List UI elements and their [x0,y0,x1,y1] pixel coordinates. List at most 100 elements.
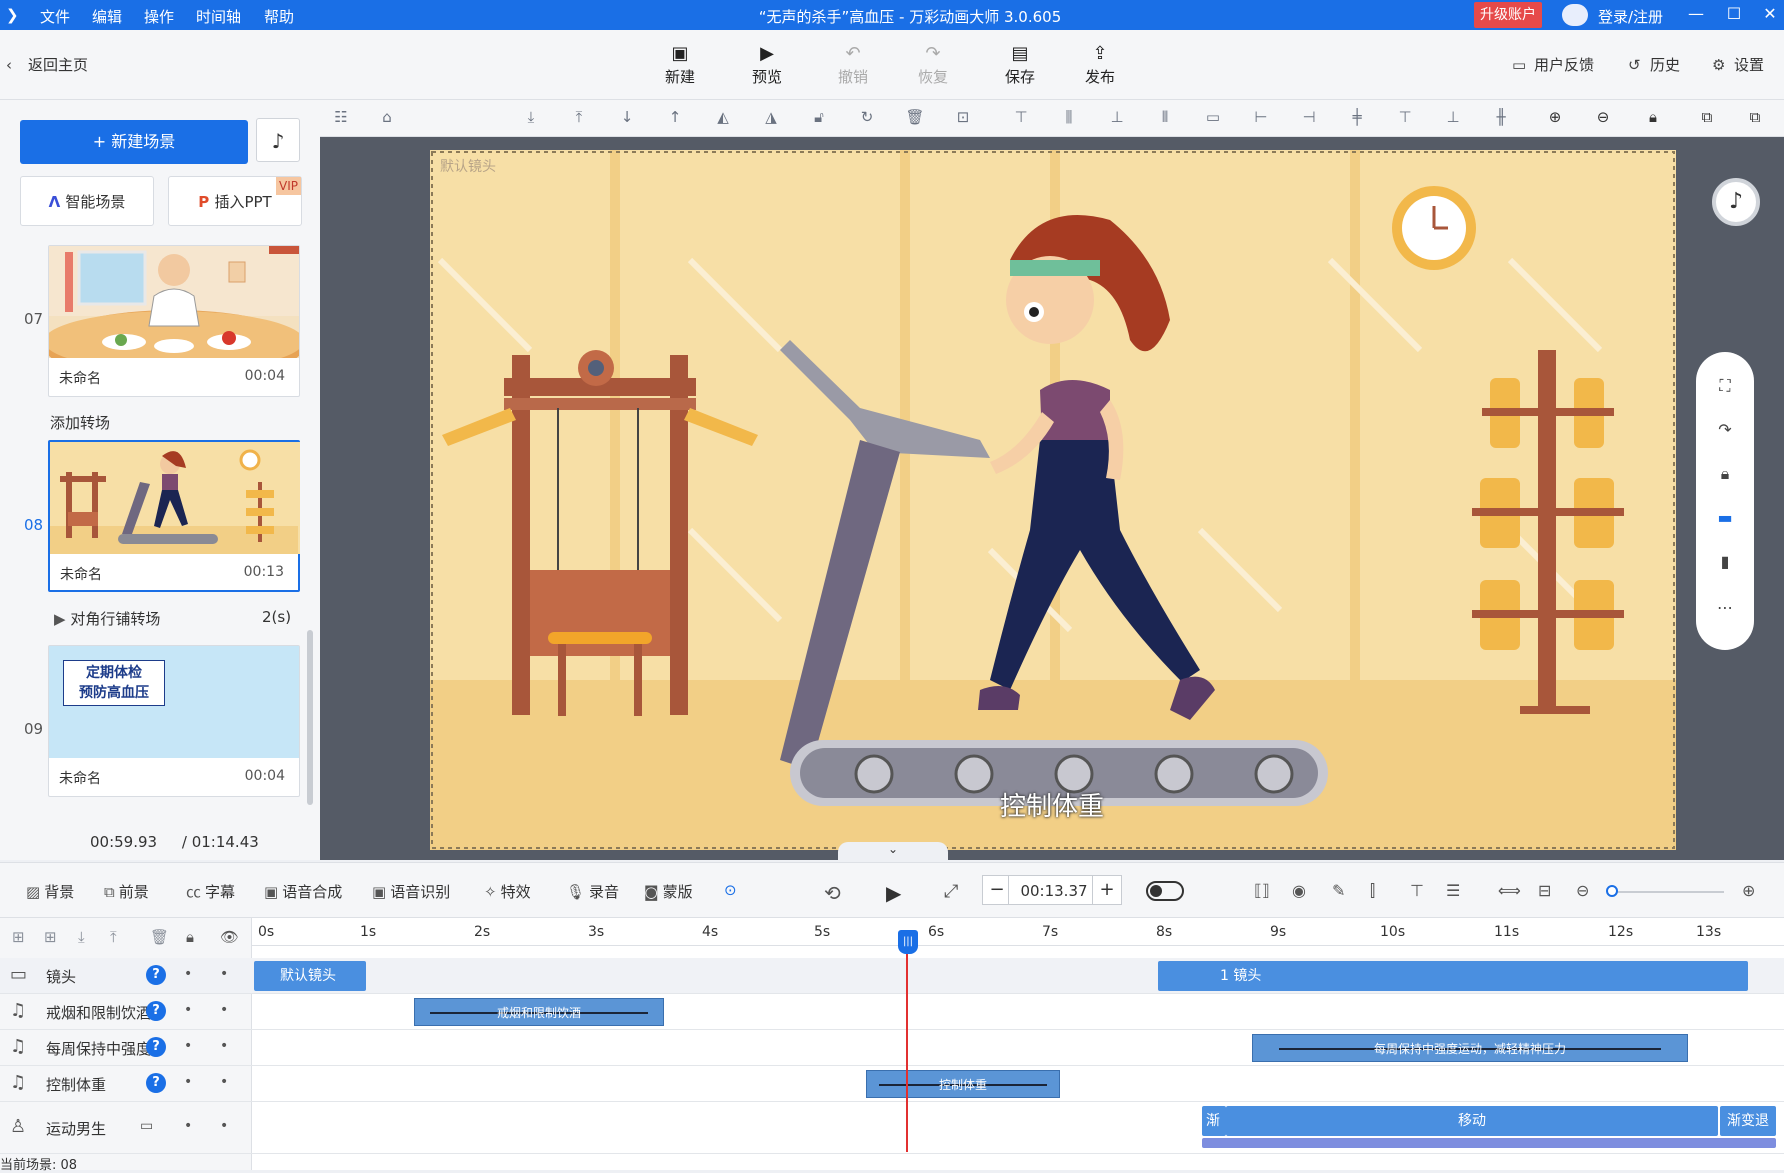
more-options-icon[interactable]: ⊙ [724,881,737,899]
scene-list-scrollbar[interactable] [307,630,313,805]
playhead-line[interactable] [906,930,908,1152]
play-icon[interactable]: ▶ [886,881,901,905]
delete-track-icon[interactable]: 🗑︎ [150,928,169,946]
menu-operate[interactable]: 操作 [144,6,174,27]
scene-card-08[interactable]: 未命名 00:13 [48,440,300,592]
new-folder-icon[interactable]: ⊞ [44,928,57,946]
align-left-icon[interactable]: ⊢ [1250,108,1272,130]
history-link[interactable]: ↺ 历史 [1628,54,1680,75]
current-time-input[interactable]: 00:13.37 [1008,875,1100,905]
time-plus-button[interactable]: + [1092,875,1122,905]
add-transition-link[interactable]: 添加转场 [50,412,110,433]
lock-icon[interactable]: 🔒︎ [1713,464,1737,488]
align-top-edge-icon[interactable]: ⊤ [1394,108,1416,130]
copy-icon[interactable]: ⧉ [1696,108,1718,130]
audio-clip[interactable]: 戒烟和限制饮酒 [414,998,664,1026]
align-bottom-icon[interactable]: ⊥ [1106,108,1128,130]
upgrade-account-button[interactable]: 升级账户 [1474,2,1542,28]
move-down-icon[interactable]: ⤓ [78,928,85,946]
track-row-camera[interactable]: ▭ 镜头 ? • • 默认镜头 1 镜头 [0,958,1784,994]
audio-clip[interactable]: 每周保持中强度运动，减轻精神压力 [1252,1034,1688,1062]
caption-button[interactable]: ㏄字幕 [186,881,235,902]
unlock-icon[interactable]: 🔒︎ [1642,108,1664,130]
new-button[interactable]: ▣ 新建 [650,42,710,87]
camera-clip[interactable]: 默认镜头 [254,961,366,991]
redo-button[interactable]: ↷ 恢复 [903,42,963,87]
move-top-icon[interactable]: ⤒ [568,108,590,130]
lock-icon[interactable]: 🔒︎ [186,928,194,946]
camera-icon[interactable]: ▭ [140,1118,153,1134]
mask-button[interactable]: ◙ 蒙版 [644,881,693,902]
adjust-icon[interactable]: ☰ [1446,881,1460,900]
music-note-icon[interactable]: ♪ [256,118,300,162]
track-row-audio[interactable]: ♫ 控制体重 ? • • 控制体重 [0,1066,1784,1102]
track-row-audio[interactable]: ♫ 每周保持中强度运动 ? • • 每周保持中强度运动，减轻精神压力 [0,1030,1784,1066]
settings-link[interactable]: ⚙ 设置 [1712,54,1764,75]
chevron-down-icon[interactable]: ⌄ [838,842,948,862]
align-bottom-edge-icon[interactable]: ⊥ [1442,108,1464,130]
edit-icon[interactable]: ✎ [1332,881,1345,900]
fit-timeline-icon[interactable]: ⟦⟧ [1254,881,1270,900]
home-icon[interactable]: ⌂ [376,108,398,130]
device-icon[interactable]: ▮ [1713,552,1737,576]
canvas-subtitle[interactable]: 控制体重 [1000,786,1104,823]
help-icon[interactable]: ? [146,1073,166,1093]
timeline-zoom-slider[interactable] [1612,891,1724,893]
split-icon[interactable]: ⫿ [1370,881,1375,901]
audio-clip[interactable]: 控制体重 [866,1070,1060,1098]
feedback-link[interactable]: ▭ 用户反馈 [1512,54,1594,75]
avatar[interactable] [1562,4,1588,26]
exit-effect-clip[interactable]: 渐变退 [1720,1106,1776,1136]
menu-help[interactable]: 帮助 [264,6,294,27]
smart-scene-button[interactable]: Λ 智能场景 [20,176,154,226]
minimize-icon[interactable]: — [1684,4,1708,26]
layers-icon[interactable]: ☷ [330,108,352,130]
toggle-switch[interactable] [1146,881,1184,901]
rotate-icon[interactable]: ↻ [856,108,878,130]
fit-icon[interactable]: ⊡ [952,108,974,130]
replay-icon[interactable]: ⟲ [824,881,841,905]
move-bottom-icon[interactable]: ⤓ [520,108,542,130]
move-effect-clip[interactable]: 移动 [1226,1106,1718,1136]
playhead-handle[interactable]: ||| [898,930,918,954]
move-up-icon[interactable]: ↑ [664,108,686,130]
add-folder-icon[interactable]: ⊞ [12,928,25,946]
zoom-in-icon[interactable]: ⊕ [1544,108,1566,130]
help-icon[interactable]: ? [146,1037,166,1057]
preview-button[interactable]: ▶ 预览 [737,42,797,87]
undo-button[interactable]: ↶ 撤销 [823,42,883,87]
delete-icon[interactable]: 🗑︎ [904,108,926,130]
move-up-icon[interactable]: ⤒ [110,928,117,946]
screen-icon[interactable]: ▬ [1713,508,1737,532]
scene-card-07[interactable]: 未命名 00:04 [48,245,300,397]
help-icon[interactable]: ? [146,1001,166,1021]
track-row-character[interactable]: ♙ 运动男生 ▭ • • 渐 移动 渐变退 [0,1102,1784,1154]
new-scene-button[interactable]: + 新建场景 [20,120,248,164]
fullscreen-icon[interactable]: ⤢ [944,881,958,902]
stage-canvas[interactable] [430,150,1676,850]
more-icon[interactable]: ⋯ [1713,598,1737,622]
expand-width-icon[interactable]: ⟺ [1498,881,1521,900]
close-icon[interactable]: ✕ [1758,4,1782,26]
transition-item[interactable]: ▶︎ 对角行铺转场 [54,608,160,629]
effects-button[interactable]: ✧ 特效 [484,881,531,902]
filter-icon[interactable]: ⊤ [1410,881,1424,900]
align-right-icon[interactable]: ⊣ [1298,108,1320,130]
tts-button[interactable]: ▣ 语音合成 [264,881,342,902]
timeline-ruler[interactable]: 0s 1s 2s 3s 4s 5s 6s 7s 8s 9s 10s 11s 12… [252,918,1784,946]
background-music-icon[interactable]: ♪ [1712,178,1760,226]
distribute-v-icon[interactable]: ▭ [1202,108,1224,130]
paste-icon[interactable]: ⧉ [1744,108,1766,130]
align-middle-icon[interactable]: ⫼ [1058,108,1080,130]
menu-edit[interactable]: 编辑 [92,6,122,27]
flip-horizontal-icon[interactable]: ◭ [712,108,734,130]
maximize-icon[interactable]: ☐ [1722,4,1746,26]
publish-button[interactable]: ⇪ 发布 [1070,42,1130,87]
fit-screen-icon[interactable]: ⛶ [1713,376,1737,400]
save-button[interactable]: ▤ 保存 [990,42,1050,87]
sub-action-clip[interactable] [1202,1138,1776,1148]
align-center-icon[interactable]: ╪ [1346,108,1368,130]
distribute-h-icon[interactable]: ⫴ [1154,108,1176,130]
zoom-slider-handle[interactable] [1606,885,1618,897]
help-icon[interactable]: ? [146,965,166,985]
